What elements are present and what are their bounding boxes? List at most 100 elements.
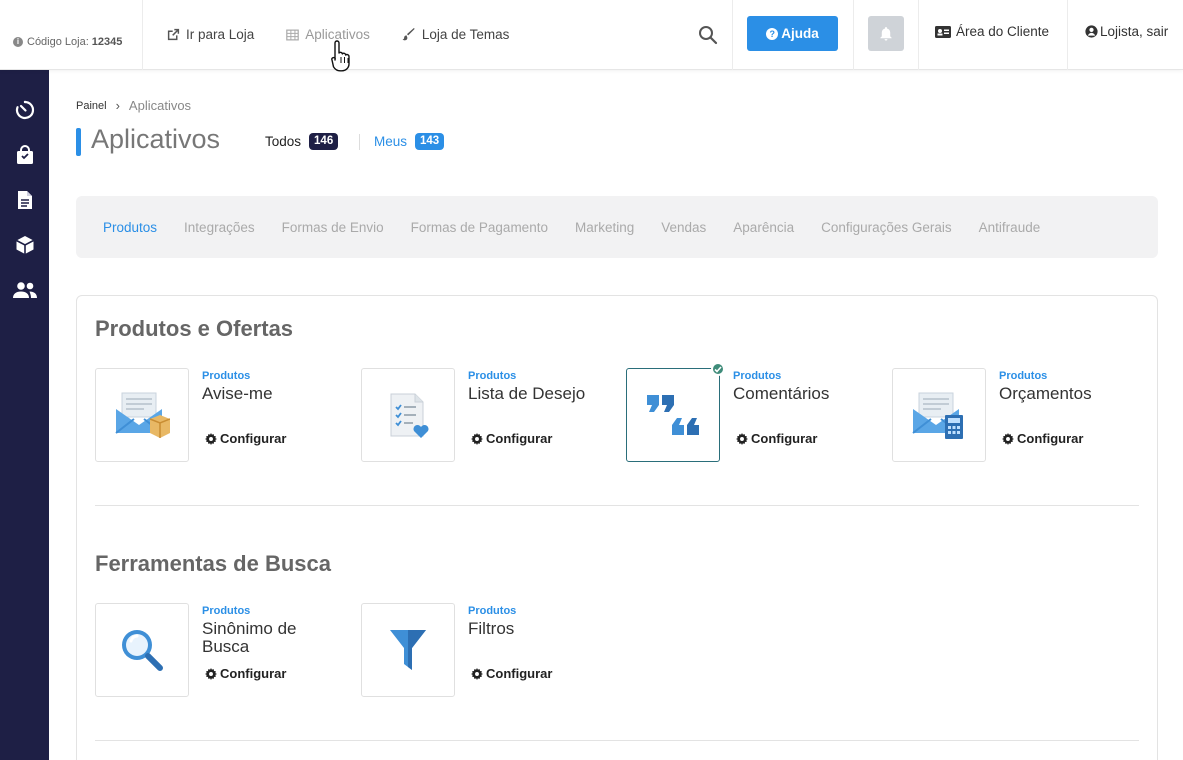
app-name: Comentários bbox=[733, 384, 830, 403]
gear-icon bbox=[471, 432, 483, 445]
tab-formas-de-pagamento[interactable]: Formas de Pagamento bbox=[411, 220, 548, 235]
sidebar-item-pages[interactable] bbox=[0, 185, 49, 215]
configure-label: Configurar bbox=[486, 666, 553, 681]
configure-button[interactable]: Configurar bbox=[471, 431, 552, 446]
app-card: Produtos Orçamentos Configurar bbox=[892, 368, 1142, 462]
info-icon: i bbox=[13, 36, 23, 47]
nav-theme-store[interactable]: Loja de Temas bbox=[402, 27, 510, 42]
section-divider bbox=[95, 740, 1139, 741]
gear-icon bbox=[736, 432, 748, 445]
divider bbox=[853, 0, 854, 70]
filter-all-count: 146 bbox=[309, 133, 339, 150]
divider bbox=[918, 0, 919, 70]
app-name: Orçamentos bbox=[999, 384, 1092, 403]
envelope-calculator-icon bbox=[912, 392, 963, 439]
funnel-icon bbox=[390, 630, 426, 670]
configure-label: Configurar bbox=[220, 666, 287, 681]
nav-go-to-store-label: Ir para Loja bbox=[186, 27, 255, 42]
app-thumbnail[interactable] bbox=[361, 603, 455, 697]
search-icon bbox=[699, 26, 718, 45]
app-category: Produtos bbox=[733, 370, 782, 382]
app-thumbnail[interactable] bbox=[95, 368, 189, 462]
app-thumbnail[interactable] bbox=[95, 603, 189, 697]
app-category: Produtos bbox=[999, 370, 1048, 382]
divider bbox=[732, 0, 733, 70]
envelope-box-icon bbox=[115, 392, 170, 438]
notifications-button[interactable] bbox=[868, 16, 904, 51]
gear-icon bbox=[205, 667, 217, 680]
app-thumbnail[interactable] bbox=[361, 368, 455, 462]
configure-label: Configurar bbox=[220, 431, 287, 446]
app-name: Sinônimo de Busca bbox=[202, 619, 297, 656]
help-label: Ajuda bbox=[781, 26, 819, 41]
filter-all[interactable]: Todos 146 bbox=[265, 133, 339, 150]
document-icon bbox=[17, 191, 32, 209]
section-title: Produtos e Ofertas bbox=[95, 316, 294, 341]
configure-button[interactable]: Configurar bbox=[205, 666, 286, 681]
app-name: Filtros bbox=[468, 619, 515, 638]
sidebar bbox=[0, 70, 49, 760]
filter-mine-count: 143 bbox=[415, 133, 445, 150]
configure-button[interactable]: Configurar bbox=[736, 431, 817, 446]
sidebar-item-products[interactable] bbox=[0, 230, 49, 260]
tab-aparencia[interactable]: Aparência bbox=[733, 220, 794, 235]
hand-cursor-icon bbox=[331, 40, 350, 72]
help-button[interactable]: ? Ajuda bbox=[747, 16, 838, 51]
nav-apps[interactable]: Aplicativos bbox=[286, 27, 370, 42]
gear-icon bbox=[471, 667, 483, 680]
grid-icon bbox=[286, 29, 300, 40]
sidebar-item-orders[interactable] bbox=[0, 140, 49, 170]
section-title: Ferramentas de Busca bbox=[95, 551, 331, 576]
gear-icon bbox=[1002, 432, 1014, 445]
logout-link[interactable]: Lojista, sair bbox=[1085, 24, 1168, 39]
filter-all-label: Todos bbox=[265, 134, 302, 149]
app-thumbnail[interactable] bbox=[892, 368, 986, 462]
tab-formas-de-envio[interactable]: Formas de Envio bbox=[282, 220, 384, 235]
app-card: Produtos Sinônimo de Busca Configurar bbox=[95, 603, 345, 697]
divider bbox=[359, 134, 360, 150]
tab-configuracoes-gerais[interactable]: Configurações Gerais bbox=[821, 220, 952, 235]
breadcrumb-current: Aplicativos bbox=[128, 98, 192, 113]
category-tabs: Produtos Integrações Formas de Envio For… bbox=[76, 196, 1158, 258]
app-name: Avise-me bbox=[202, 384, 273, 403]
brush-icon bbox=[402, 28, 415, 41]
configure-label: Configurar bbox=[486, 431, 553, 446]
title-accent bbox=[76, 128, 81, 156]
shopping-bag-icon bbox=[16, 145, 33, 164]
app-category: Produtos bbox=[202, 605, 251, 617]
filter-mine-label: Meus bbox=[374, 134, 408, 149]
store-code-value: 12345 bbox=[91, 35, 123, 48]
app-card: Produtos Comentários Configurar bbox=[626, 362, 876, 462]
app-thumbnail[interactable] bbox=[626, 368, 720, 462]
id-card-icon bbox=[935, 25, 951, 38]
nav-theme-store-label: Loja de Temas bbox=[421, 27, 510, 42]
external-link-icon bbox=[167, 28, 180, 41]
configure-button[interactable]: Configurar bbox=[205, 431, 286, 446]
configure-label: Configurar bbox=[751, 431, 818, 446]
client-area-label: Área do Cliente bbox=[956, 24, 1050, 39]
configure-button[interactable]: Configurar bbox=[1002, 431, 1083, 446]
tab-vendas[interactable]: Vendas bbox=[661, 220, 706, 235]
tab-marketing[interactable]: Marketing bbox=[575, 220, 634, 235]
search-button[interactable] bbox=[692, 20, 724, 50]
configure-button[interactable]: Configurar bbox=[471, 666, 552, 681]
bell-icon bbox=[880, 26, 892, 41]
breadcrumb-home[interactable]: Painel bbox=[76, 100, 107, 112]
store-code: i Código Loja: 12345 bbox=[0, 0, 143, 70]
client-area-link[interactable]: Área do Cliente bbox=[935, 24, 1049, 39]
tab-antifraude[interactable]: Antifraude bbox=[979, 220, 1041, 235]
top-bar: i Código Loja: 12345 Ir para Loja Aplica… bbox=[0, 0, 1183, 70]
magnifier-icon bbox=[122, 630, 163, 671]
tab-integracoes[interactable]: Integrações bbox=[184, 220, 255, 235]
nav-go-to-store[interactable]: Ir para Loja bbox=[167, 27, 254, 42]
breadcrumb: Painel › Aplicativos bbox=[76, 98, 191, 113]
timer-icon bbox=[15, 100, 34, 120]
filter-mine[interactable]: Meus 143 bbox=[374, 133, 445, 150]
app-category: Produtos bbox=[202, 370, 251, 382]
box-icon bbox=[15, 236, 34, 254]
sidebar-item-customers[interactable] bbox=[0, 275, 49, 305]
sidebar-item-dashboard[interactable] bbox=[0, 95, 49, 125]
tab-produtos[interactable]: Produtos bbox=[103, 220, 157, 235]
app-card: Produtos Filtros Configurar bbox=[361, 603, 611, 697]
user-circle-icon bbox=[1085, 25, 1098, 38]
